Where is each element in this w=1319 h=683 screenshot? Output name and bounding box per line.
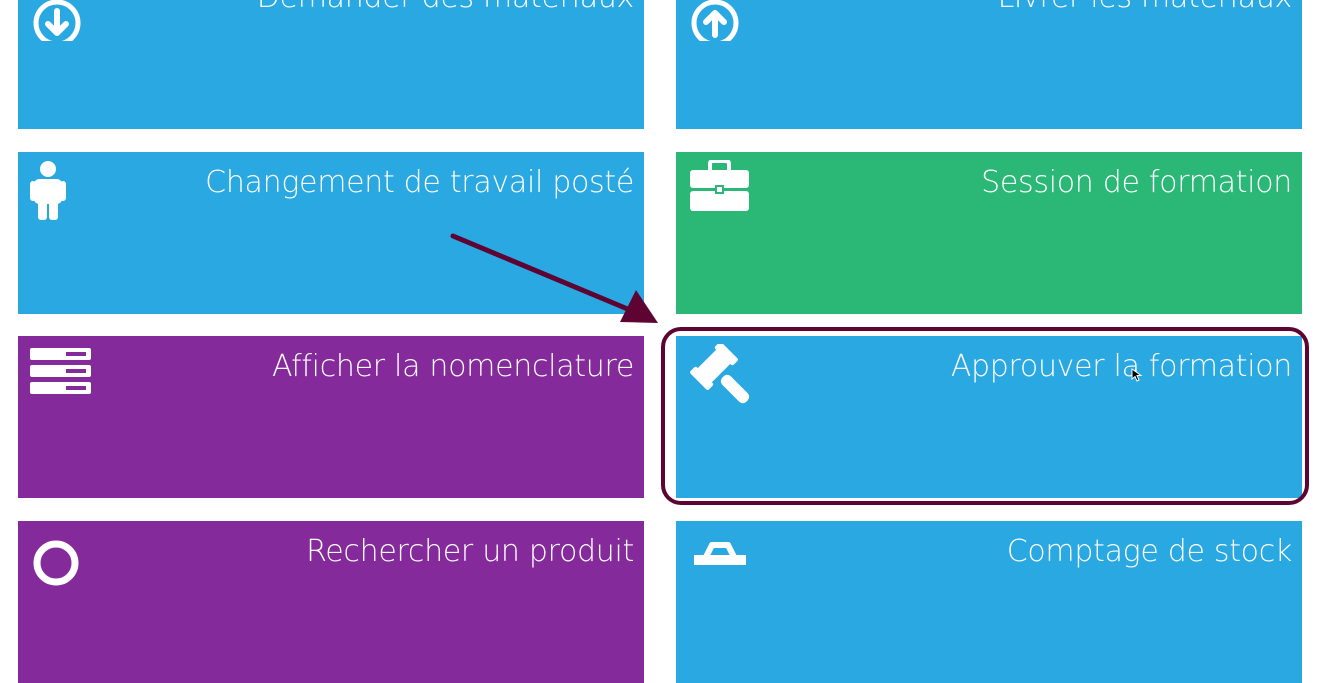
tile-label: Rechercher un produit [306,534,634,569]
tile-label: Comptage de stock [1006,534,1293,569]
tile-label: Afficher la nomenclature [272,349,634,384]
person-icon [30,160,94,224]
tile-demander-des-materiaux[interactable]: Demander des matériaux [18,0,644,129]
search-icon [30,531,94,595]
tile-changement-de-travail-poste[interactable]: Changement de travail posté [18,152,644,314]
tile-rechercher-un-produit[interactable]: Rechercher un produit [18,521,644,683]
tile-label: Changement de travail posté [205,165,634,200]
tile-label: Approuver la formation [950,349,1292,384]
tile-comptage-de-stock[interactable]: Comptage de stock [676,521,1302,683]
upload-circle-icon [688,0,752,41]
gavel-icon [690,344,754,408]
tile-label: Demander des matériaux [257,0,635,19]
download-circle-icon [30,0,94,41]
tile-label: Session de formation [981,165,1292,200]
server-stack-icon [30,348,94,412]
tile-livrer-les-materiaux[interactable]: Livrer les matériaux [676,0,1302,129]
tile-approuver-la-formation[interactable]: Approuver la formation [676,336,1302,498]
tile-session-de-formation[interactable]: Session de formation [676,152,1302,314]
briefcase-icon [689,160,753,224]
basket-icon [688,531,752,595]
tile-label: Livrer les matériaux [998,0,1293,19]
tile-afficher-la-nomenclature[interactable]: Afficher la nomenclature [18,336,644,498]
